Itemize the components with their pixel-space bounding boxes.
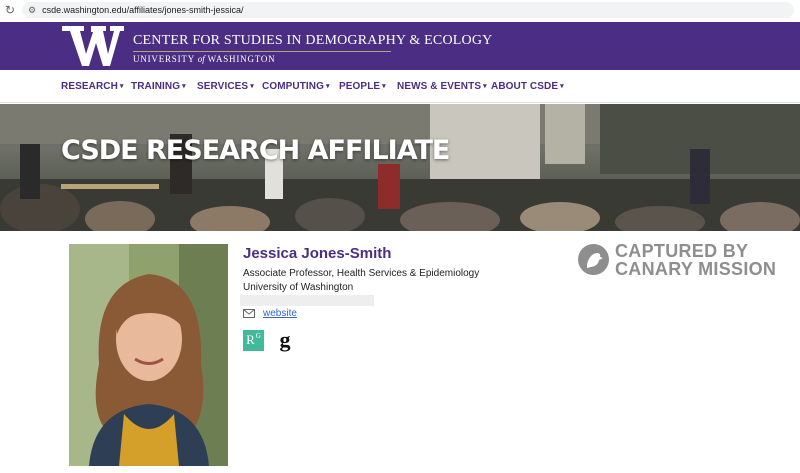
hero-title: CSDE RESEARCH AFFILIATE (61, 135, 450, 166)
caret-down-icon: ▾ (382, 83, 386, 90)
redacted-email-bar (240, 295, 374, 306)
nav-news-events[interactable]: NEWS & EVENTS ▾ (397, 81, 487, 92)
nav-label: PEOPLE (339, 81, 381, 92)
center-title[interactable]: CENTER FOR STUDIES IN DEMOGRAPHY & ECOLO… (133, 33, 492, 49)
caret-down-icon: ▾ (182, 83, 186, 90)
url-text[interactable]: csde.washington.edu/affiliates/jones-smi… (42, 5, 243, 15)
main-nav: RESEARCH ▾ TRAINING ▾ SERVICES ▾ COMPUTING ▾… (0, 70, 800, 103)
rg-sup: G (255, 332, 261, 340)
address-bar[interactable]: ⚙ csde.washington.edu/affiliates/jones-s… (22, 2, 794, 18)
nav-label: TRAINING (131, 81, 181, 92)
browser-bar: ↻ ⚙ csde.washington.edu/affiliates/jones… (0, 0, 800, 20)
caret-down-icon: ▾ (560, 83, 564, 90)
canary-bird-icon (578, 244, 609, 275)
nav-research[interactable]: RESEARCH ▾ (61, 81, 124, 92)
nav-label: RESEARCH (61, 81, 118, 92)
hero-background-image (0, 104, 800, 231)
profile-institution: University of Washington (243, 282, 354, 293)
nav-about[interactable]: ABOUT CSDE ▾ (491, 81, 564, 92)
envelope-icon (243, 309, 255, 318)
google-scholar-icon[interactable]: g (276, 329, 294, 351)
caret-down-icon: ▾ (483, 83, 487, 90)
caret-down-icon: ▾ (326, 83, 330, 90)
nav-label: ABOUT CSDE (491, 81, 559, 92)
page: ↻ ⚙ csde.washington.edu/affiliates/jones… (0, 0, 800, 473)
profile-photo (69, 244, 228, 466)
nav-people[interactable]: PEOPLE ▾ (339, 81, 386, 92)
tune-icon[interactable]: ⚙ (28, 5, 36, 16)
uw-sub-pre: UNIVERSITY (133, 54, 195, 64)
site-header: CENTER FOR STUDIES IN DEMOGRAPHY & ECOLO… (0, 22, 800, 70)
profile-role: Associate Professor, Health Services & E… (243, 268, 480, 279)
uw-sub-of: of (197, 54, 205, 64)
profile-name: Jessica Jones-Smith (243, 245, 392, 262)
nav-training[interactable]: TRAINING ▾ (131, 81, 186, 92)
watermark-line-2: CANARY MISSION (615, 259, 777, 279)
researchgate-icon[interactable]: RG (243, 330, 264, 351)
nav-label: SERVICES (197, 81, 249, 92)
reload-icon[interactable]: ↻ (0, 3, 20, 17)
header-rule (133, 51, 391, 52)
website-link[interactable]: website (263, 308, 297, 319)
nav-label: NEWS & EVENTS (397, 81, 482, 92)
nav-services[interactable]: SERVICES ▾ (197, 81, 254, 92)
caret-down-icon: ▾ (119, 83, 124, 90)
hero-banner: CSDE RESEARCH AFFILIATE (0, 104, 800, 231)
canary-mission-watermark: CAPTURED BY CANARY MISSION (578, 241, 778, 281)
uw-wordmark[interactable]: UNIVERSITY of WASHINGTON (133, 54, 275, 64)
uw-sub-post: WASHINGTON (207, 54, 276, 64)
rg-letter: R (246, 332, 255, 347)
nav-computing[interactable]: COMPUTING ▾ (262, 81, 330, 92)
nav-label: COMPUTING (262, 81, 325, 92)
hero-accent-bar (61, 184, 159, 189)
uw-w-logo[interactable] (62, 26, 124, 66)
caret-down-icon: ▾ (250, 83, 254, 90)
